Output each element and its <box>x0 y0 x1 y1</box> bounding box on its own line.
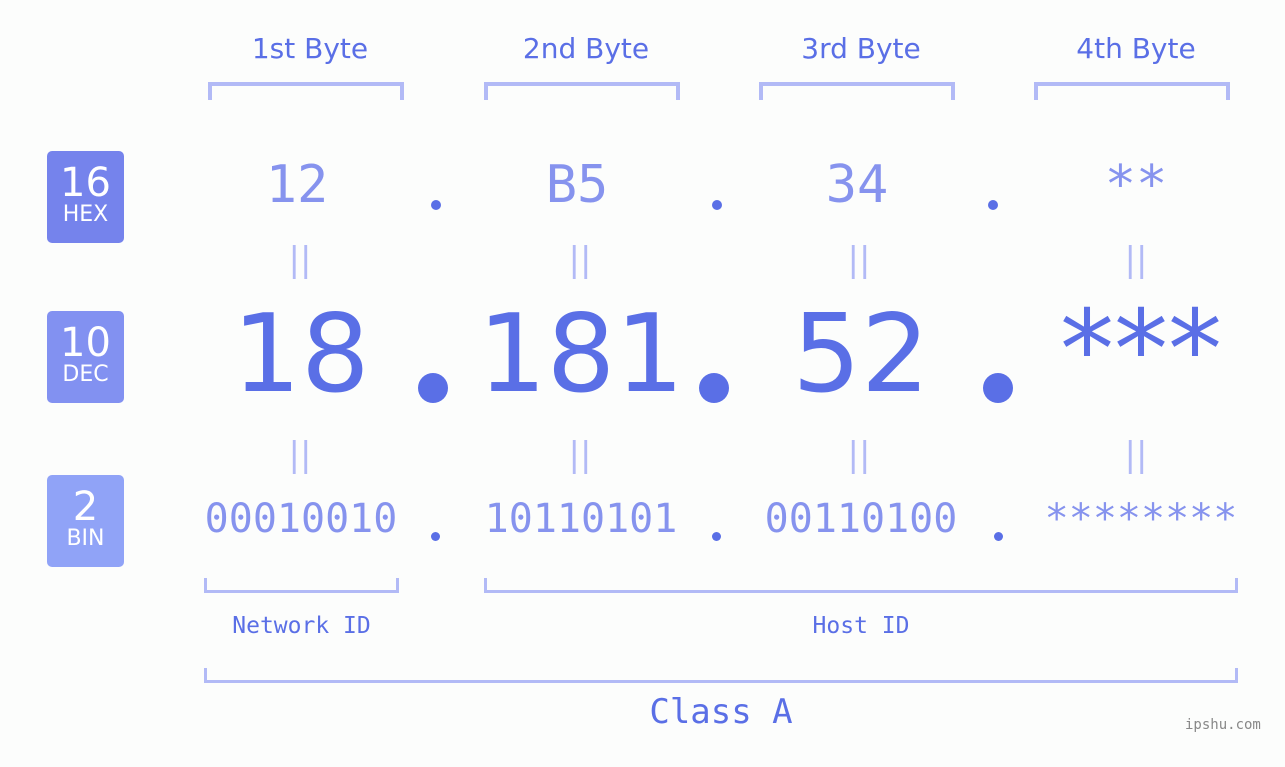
dec-separator-dot <box>699 373 729 403</box>
host-id-label: Host ID <box>812 613 910 639</box>
bin-separator-dot <box>994 532 1003 541</box>
byte-bracket-4 <box>1034 82 1230 100</box>
bin-badge-number: 2 <box>72 484 99 530</box>
dec-separator-dot <box>418 373 448 403</box>
bin-separator-dot <box>712 532 721 541</box>
byte-header-3: 3rd Byte <box>801 32 921 65</box>
dec-badge-label: DEC <box>62 362 109 387</box>
dec-byte-1: 18 <box>232 292 370 417</box>
hex-badge-number: 16 <box>60 160 111 206</box>
byte-bracket-3 <box>759 82 955 100</box>
byte-bracket-2 <box>484 82 680 100</box>
equals-sign: || <box>288 240 312 280</box>
hex-badge-label: HEX <box>62 202 109 227</box>
bin-byte-4: ******** <box>1044 496 1238 542</box>
bin-badge: 2 BIN <box>47 475 124 567</box>
dec-badge-number: 10 <box>60 320 111 366</box>
hex-badge: 16 HEX <box>47 151 124 243</box>
hex-separator-dot <box>431 200 441 210</box>
bin-byte-1: 00010010 <box>204 496 398 542</box>
equals-sign: || <box>288 435 312 475</box>
dec-byte-2: 181 <box>477 292 685 417</box>
equals-sign: || <box>847 240 871 280</box>
byte-header-1: 1st Byte <box>251 32 369 65</box>
dec-separator-dot <box>983 373 1013 403</box>
class-label: Class A <box>649 692 793 732</box>
host-id-bracket <box>484 578 1238 593</box>
hex-byte-4: ** <box>1104 155 1168 215</box>
equals-sign: || <box>1124 240 1148 280</box>
dec-byte-3: 52 <box>792 292 930 417</box>
hex-byte-1: 12 <box>265 155 329 215</box>
hex-separator-dot <box>988 200 998 210</box>
bin-badge-label: BIN <box>66 526 105 551</box>
equals-sign: || <box>847 435 871 475</box>
byte-header-2: 2nd Byte <box>522 32 650 65</box>
equals-sign: || <box>568 240 592 280</box>
network-id-label: Network ID <box>232 613 371 639</box>
dec-byte-4: *** <box>1060 288 1222 413</box>
equals-sign: || <box>1124 435 1148 475</box>
bin-separator-dot <box>431 532 440 541</box>
hex-byte-3: 34 <box>825 155 889 215</box>
hex-separator-dot <box>712 200 722 210</box>
watermark: ipshu.com <box>1185 717 1261 733</box>
network-id-bracket <box>204 578 399 593</box>
bin-byte-3: 00110100 <box>764 496 958 542</box>
byte-header-4: 4th Byte <box>1076 32 1196 65</box>
equals-sign: || <box>568 435 592 475</box>
bin-byte-2: 10110101 <box>484 496 678 542</box>
hex-byte-2: B5 <box>545 155 609 215</box>
class-bracket <box>204 668 1238 683</box>
dec-badge: 10 DEC <box>47 311 124 403</box>
byte-bracket-1 <box>208 82 404 100</box>
